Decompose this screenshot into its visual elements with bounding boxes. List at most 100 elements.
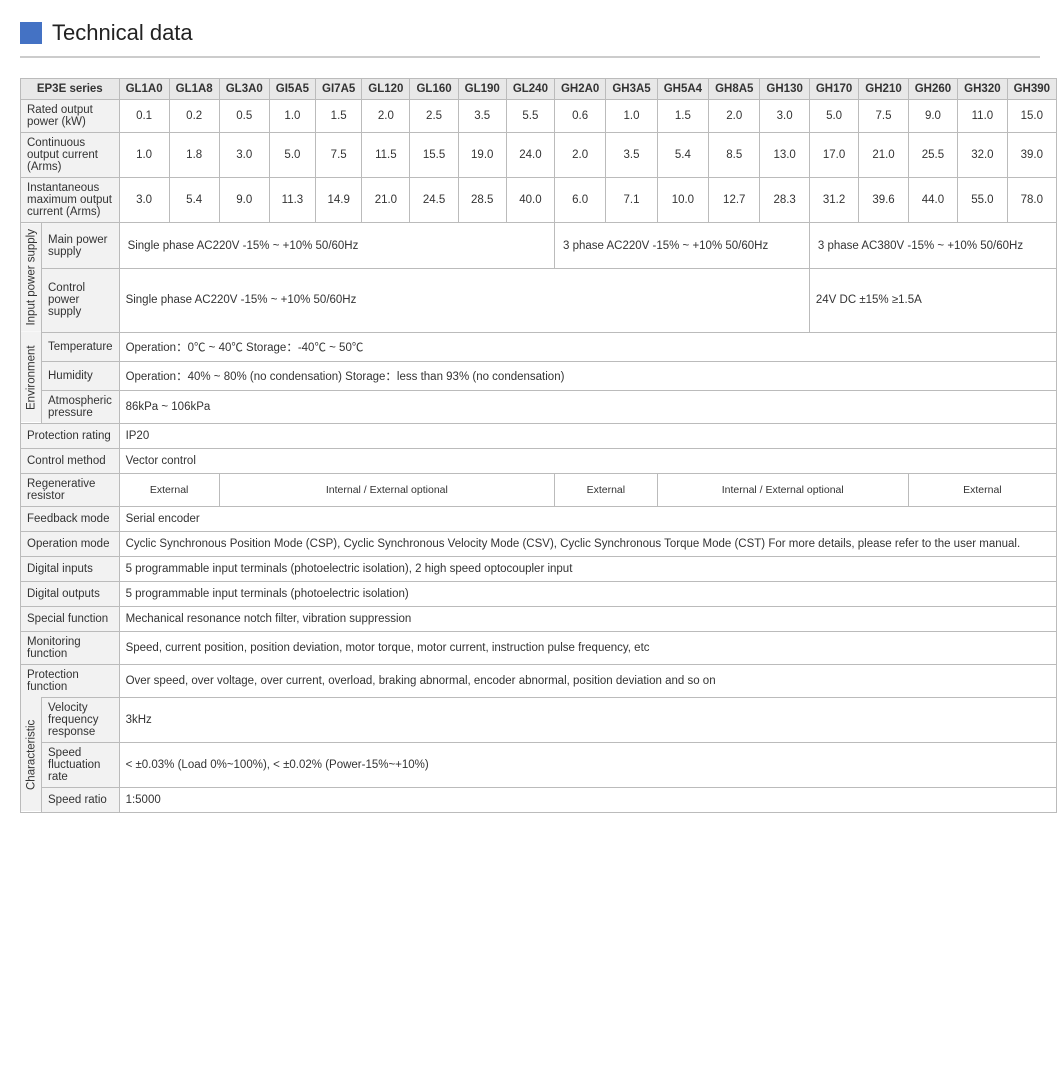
- monitoring-function-label: Monitoring function: [21, 631, 120, 664]
- feedback-mode-label: Feedback mode: [21, 506, 120, 531]
- protection-rating-row: Protection rating IP20: [21, 423, 1057, 448]
- control-power-supply-label: Control power supply: [42, 269, 120, 332]
- regenerative-resistor-row: Regenerative resistor External Internal …: [21, 473, 1057, 506]
- header-row: EP3E series GL1A0 GL1A8 GL3A0 GI5A5 GI7A…: [21, 79, 1057, 100]
- vfr-value: 3kHz: [119, 697, 1056, 742]
- model-GH170: GH170: [809, 79, 858, 100]
- imc-v14: 31.2: [809, 178, 858, 223]
- feedback-mode-value: Serial encoder: [119, 506, 1056, 531]
- main-power-supply-label: Main power supply: [42, 223, 120, 269]
- regen-col4: Internal / External optional: [657, 473, 908, 506]
- title-icon: [20, 22, 42, 44]
- protection-function-value: Over speed, over voltage, over current, …: [119, 664, 1056, 697]
- rop-v4: 1.5: [316, 100, 362, 133]
- rop-v8: 5.5: [506, 100, 554, 133]
- coc-v3: 5.0: [269, 133, 315, 178]
- coc-v2: 3.0: [219, 133, 269, 178]
- control-power-supply-col1: Single phase AC220V -15% ~ +10% 50/60Hz: [119, 269, 809, 332]
- rop-v6: 2.5: [410, 100, 458, 133]
- control-method-label: Control method: [21, 448, 120, 473]
- humidity-value: Operation：40% ~ 80% (no condensation) St…: [119, 361, 1056, 390]
- imc-v13: 28.3: [760, 178, 809, 223]
- operation-mode-label: Operation mode: [21, 531, 120, 556]
- regenerative-resistor-label: Regenerative resistor: [21, 473, 120, 506]
- imc-v6: 24.5: [410, 178, 458, 223]
- imc-v18: 78.0: [1007, 178, 1056, 223]
- page-title: Technical data: [52, 20, 193, 46]
- imc-v8: 40.0: [506, 178, 554, 223]
- model-GH2A0: GH2A0: [554, 79, 605, 100]
- imc-v17: 55.0: [958, 178, 1007, 223]
- technical-data-table: EP3E series GL1A0 GL1A8 GL3A0 GI5A5 GI7A…: [20, 78, 1057, 813]
- operation-mode-row: Operation mode Cyclic Synchronous Positi…: [21, 531, 1057, 556]
- series-label: EP3E series: [21, 79, 120, 100]
- model-GI7A5: GI7A5: [316, 79, 362, 100]
- coc-v14: 17.0: [809, 133, 858, 178]
- monitoring-function-row: Monitoring function Speed, current posit…: [21, 631, 1057, 664]
- atmospheric-pressure-label: Atmospheric pressure: [42, 390, 120, 423]
- model-GH5A4: GH5A4: [657, 79, 708, 100]
- coc-v7: 19.0: [458, 133, 506, 178]
- coc-v0: 1.0: [119, 133, 169, 178]
- sfr-label: Speed fluctuation rate: [42, 742, 120, 787]
- model-GL1A8: GL1A8: [169, 79, 219, 100]
- model-GH320: GH320: [958, 79, 1007, 100]
- coc-v6: 15.5: [410, 133, 458, 178]
- coc-v11: 5.4: [657, 133, 708, 178]
- feedback-mode-row: Feedback mode Serial encoder: [21, 506, 1057, 531]
- rop-v18: 15.0: [1007, 100, 1056, 133]
- atmospheric-pressure-row: Atmospheric pressure 86kPa ~ 106kPa: [21, 390, 1057, 423]
- environment-group-label: Environment: [21, 332, 42, 423]
- protection-rating-value: IP20: [119, 423, 1056, 448]
- model-GH210: GH210: [859, 79, 908, 100]
- rop-v12: 2.0: [709, 100, 760, 133]
- digital-outputs-row: Digital outputs 5 programmable input ter…: [21, 581, 1057, 606]
- temperature-value: Operation：0℃ ~ 40℃ Storage：-40℃ ~ 50℃: [119, 332, 1056, 361]
- sr-label: Speed ratio: [42, 787, 120, 812]
- imc-v3: 11.3: [269, 178, 315, 223]
- protection-function-label: Protection function: [21, 664, 120, 697]
- rop-v7: 3.5: [458, 100, 506, 133]
- control-power-supply-row: Control power supply Single phase AC220V…: [21, 269, 1057, 332]
- regen-col1: External: [119, 473, 219, 506]
- rop-v11: 1.5: [657, 100, 708, 133]
- imc-v2: 9.0: [219, 178, 269, 223]
- coc-v12: 8.5: [709, 133, 760, 178]
- rop-v13: 3.0: [760, 100, 809, 133]
- continuous-output-current-row: Continuous output current (Arms) 1.0 1.8…: [21, 133, 1057, 178]
- vfr-label: Velocity frequency response: [42, 697, 120, 742]
- temperature-label: Temperature: [42, 332, 120, 361]
- regen-col2: Internal / External optional: [219, 473, 554, 506]
- rated-output-power-row: Rated output power (kW) 0.1 0.2 0.5 1.0 …: [21, 100, 1057, 133]
- temperature-row: Environment Temperature Operation：0℃ ~ 4…: [21, 332, 1057, 361]
- coc-v4: 7.5: [316, 133, 362, 178]
- main-power-supply-col3: 3 phase AC380V -15% ~ +10% 50/60Hz: [809, 223, 1056, 269]
- model-GH3A5: GH3A5: [606, 79, 657, 100]
- model-GL190: GL190: [458, 79, 506, 100]
- control-power-supply-col2: 24V DC ±15% ≥1.5A: [809, 269, 1056, 332]
- regen-col5: External: [908, 473, 1056, 506]
- rop-v16: 9.0: [908, 100, 957, 133]
- operation-mode-value: Cyclic Synchronous Position Mode (CSP), …: [119, 531, 1056, 556]
- model-GH130: GH130: [760, 79, 809, 100]
- model-GH390: GH390: [1007, 79, 1056, 100]
- coc-label: Continuous output current (Arms): [21, 133, 120, 178]
- coc-v16: 25.5: [908, 133, 957, 178]
- rop-v10: 1.0: [606, 100, 657, 133]
- coc-v1: 1.8: [169, 133, 219, 178]
- rop-v17: 11.0: [958, 100, 1007, 133]
- special-function-label: Special function: [21, 606, 120, 631]
- sfr-value: < ±0.03% (Load 0%~100%), < ±0.02% (Power…: [119, 742, 1056, 787]
- protection-rating-label: Protection rating: [21, 423, 120, 448]
- monitoring-function-value: Speed, current position, position deviat…: [119, 631, 1056, 664]
- imc-v10: 7.1: [606, 178, 657, 223]
- rop-v15: 7.5: [859, 100, 908, 133]
- main-power-supply-col1: Single phase AC220V -15% ~ +10% 50/60Hz: [119, 223, 554, 269]
- digital-outputs-value: 5 programmable input terminals (photoele…: [119, 581, 1056, 606]
- rop-v1: 0.2: [169, 100, 219, 133]
- special-function-value: Mechanical resonance notch filter, vibra…: [119, 606, 1056, 631]
- model-GH260: GH260: [908, 79, 957, 100]
- rop-v9: 0.6: [554, 100, 605, 133]
- control-method-value: Vector control: [119, 448, 1056, 473]
- instantaneous-max-current-row: Instantaneous maximum output current (Ar…: [21, 178, 1057, 223]
